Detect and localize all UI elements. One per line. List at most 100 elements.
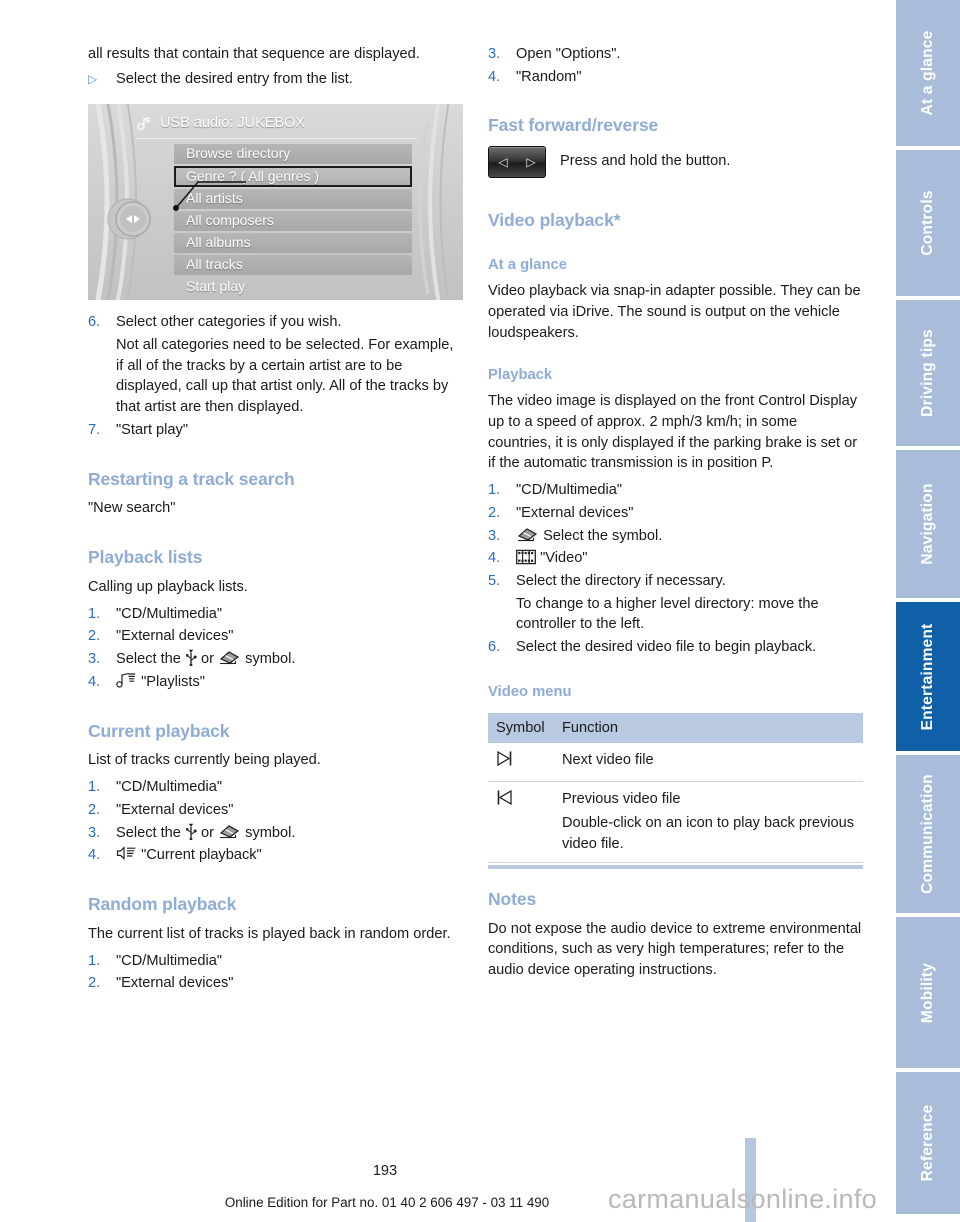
step-6-label: Select other categories if you wish.	[116, 314, 342, 331]
vp-step-4-number: 4.	[488, 550, 501, 567]
rp-step-3-label: Open "Options".	[516, 46, 621, 62]
sidebar-tab-at-a-glance[interactable]: At a glance	[893, 0, 960, 146]
sidebar-tab-label: At a glance	[919, 30, 936, 116]
column-header-function: Function	[562, 719, 618, 736]
rp-step-1-label: "CD/Multimedia"	[116, 952, 223, 969]
fast-forward-reverse-button[interactable]: ◁ ▷	[488, 146, 546, 179]
intro-paragraph: all results that contain that sequence a…	[88, 46, 420, 62]
usb-icon	[185, 649, 197, 667]
speaker-list-icon	[116, 845, 137, 862]
sidebar-tab-reference[interactable]: Reference	[893, 1068, 960, 1214]
vp-step-1-label: "CD/Multimedia"	[516, 482, 623, 499]
table-cell-function: Next video file	[562, 751, 654, 768]
cp-step-4-label: "Current playback"	[116, 845, 463, 866]
rp-step-2-number: 2.	[88, 975, 101, 992]
step-6: 6. Select other categories if you wish.	[88, 312, 463, 333]
restarting-body: "New search"	[88, 500, 176, 517]
menu-item-browse-directory[interactable]: Browse directory	[174, 144, 412, 165]
snap-in-adapter-icon	[218, 824, 241, 840]
table-cell-function-note: Double-click on an icon to play back pre…	[562, 815, 855, 853]
heading-video-playback: Video playback*	[488, 210, 621, 231]
rp-step-3: 3. Open "Options".	[488, 44, 863, 65]
pl-step-2: 2. "External devices"	[88, 626, 463, 647]
sidebar-tab-controls[interactable]: Controls	[893, 146, 960, 296]
pl-step-3-label: Select the or symbol.	[116, 649, 463, 670]
heading-random-playback: Random playback	[88, 894, 237, 915]
playback-lists-steps: 1. "CD/Multimedia" 2. "External devices"…	[88, 604, 463, 693]
triangle-bullet-icon: ▷	[88, 71, 98, 86]
usb-icon	[185, 823, 197, 840]
table-row: Next video file	[488, 743, 863, 782]
subheading-at-a-glance: At a glance	[488, 257, 567, 274]
idrive-title-text: USB audio: JUKEBOX	[160, 115, 306, 132]
table-bottom-rule	[488, 864, 863, 869]
steps-6-7: 6. Select other categories if you wish. …	[88, 312, 463, 440]
chapter-sidebar: At a glance Controls Driving tips Naviga…	[893, 0, 960, 1222]
vp-step-2: 2. "External devices"	[488, 503, 863, 524]
fast-forward-row: ◁ ▷ Press and hold the button.	[488, 146, 863, 179]
heading-notes: Notes	[488, 888, 537, 909]
sidebar-tab-communication[interactable]: Communication	[893, 751, 960, 913]
rp-step-2-label: "External devices"	[116, 975, 234, 992]
pl-step-1: 1. "CD/Multimedia"	[88, 604, 463, 625]
pl-step-3-text-mid: or	[201, 651, 215, 668]
menu-item-all-albums[interactable]: All albums	[174, 233, 412, 254]
sidebar-tab-mobility[interactable]: Mobility	[893, 913, 960, 1068]
idrive-titlebar: USB audio: JUKEBOX	[136, 110, 417, 136]
page-number: 193	[372, 1163, 398, 1179]
vp-step-5-detail: To change to a higher level directory: m…	[516, 595, 819, 633]
pl-step-4-text: "Playlists"	[141, 673, 205, 690]
cp-step-4-text: "Current playback"	[141, 847, 262, 864]
heading-current-playback: Current playback	[88, 720, 230, 741]
previous-video-icon	[488, 789, 562, 855]
rp-step-2: 2. "External devices"	[88, 973, 463, 994]
rp-step-1: 1. "CD/Multimedia"	[88, 951, 463, 972]
sidebar-tab-driving-tips[interactable]: Driving tips	[893, 296, 960, 446]
cp-step-1-label: "CD/Multimedia"	[116, 779, 223, 796]
pl-step-3-text-lead: Select the	[116, 651, 181, 668]
menu-item-genre-selected[interactable]: Genre ? ( All genres )	[174, 166, 412, 188]
current-playback-steps: 1. "CD/Multimedia" 2. "External devices"…	[88, 777, 463, 866]
heading-playback-lists: Playback lists	[88, 547, 203, 568]
heading-restarting-track-search: Restarting a track search	[88, 468, 295, 489]
vp-step-3-text: Select the symbol.	[543, 527, 663, 544]
current-playback-body: List of tracks currently being played.	[88, 752, 321, 769]
rp-step-4-number: 4.	[488, 68, 501, 85]
menu-item-start-play[interactable]: Start play	[174, 277, 412, 297]
vp-step-1: 1. "CD/Multimedia"	[488, 480, 863, 501]
step-6-number: 6.	[88, 314, 101, 331]
playback-body: The video image is displayed on the fron…	[488, 393, 858, 472]
menu-item-all-composers[interactable]: All composers	[174, 211, 412, 232]
vp-step-3: 3. Select the symbol.	[488, 526, 863, 547]
music-note-list-icon	[116, 672, 137, 689]
rp-step-4: 4. "Random"	[488, 67, 863, 88]
pl-step-4-number: 4.	[88, 673, 101, 690]
snap-in-adapter-icon	[218, 650, 241, 666]
cp-step-3-number: 3.	[88, 824, 101, 841]
menu-item-all-artists[interactable]: All artists	[174, 189, 412, 210]
sidebar-tab-label: Mobility	[919, 962, 936, 1023]
table-cell-function: Previous video file	[562, 790, 681, 807]
random-playback-body: The current list of tracks is played bac…	[88, 925, 451, 942]
sidebar-tab-label: Entertainment	[919, 623, 936, 730]
heading-fast-forward-reverse: Fast forward/reverse	[488, 115, 659, 136]
vp-step-6-number: 6.	[488, 639, 501, 656]
vp-step-2-number: 2.	[488, 504, 501, 521]
video-menu-table: Symbol Function Next video file Previous…	[488, 712, 863, 869]
random-playback-steps-continued: 3. Open "Options". 4. "Random"	[488, 44, 863, 87]
at-a-glance-body: Video playback via snap-in adapter possi…	[488, 283, 861, 341]
video-playback-steps: 1. "CD/Multimedia" 2. "External devices"…	[488, 480, 863, 658]
vp-step-5-label: Select the directory if necessary.	[516, 573, 726, 590]
cp-step-2: 2. "External devices"	[88, 800, 463, 821]
idrive-menu-list: Browse directory Genre ? ( All genres ) …	[174, 144, 412, 299]
playback-lists-body: Calling up playback lists.	[88, 579, 248, 596]
table-header-row: Symbol Function	[488, 712, 863, 743]
random-playback-steps: 1. "CD/Multimedia" 2. "External devices"	[88, 951, 463, 994]
subheading-video-menu: Video menu	[488, 683, 572, 700]
table-row: Previous video file Double-click on an i…	[488, 782, 863, 863]
subheading-playback: Playback	[488, 367, 553, 384]
pl-step-1-number: 1.	[88, 605, 101, 622]
sidebar-tab-navigation[interactable]: Navigation	[893, 446, 960, 598]
menu-item-all-tracks[interactable]: All tracks	[174, 255, 412, 276]
sidebar-tab-entertainment[interactable]: Entertainment	[893, 598, 960, 751]
